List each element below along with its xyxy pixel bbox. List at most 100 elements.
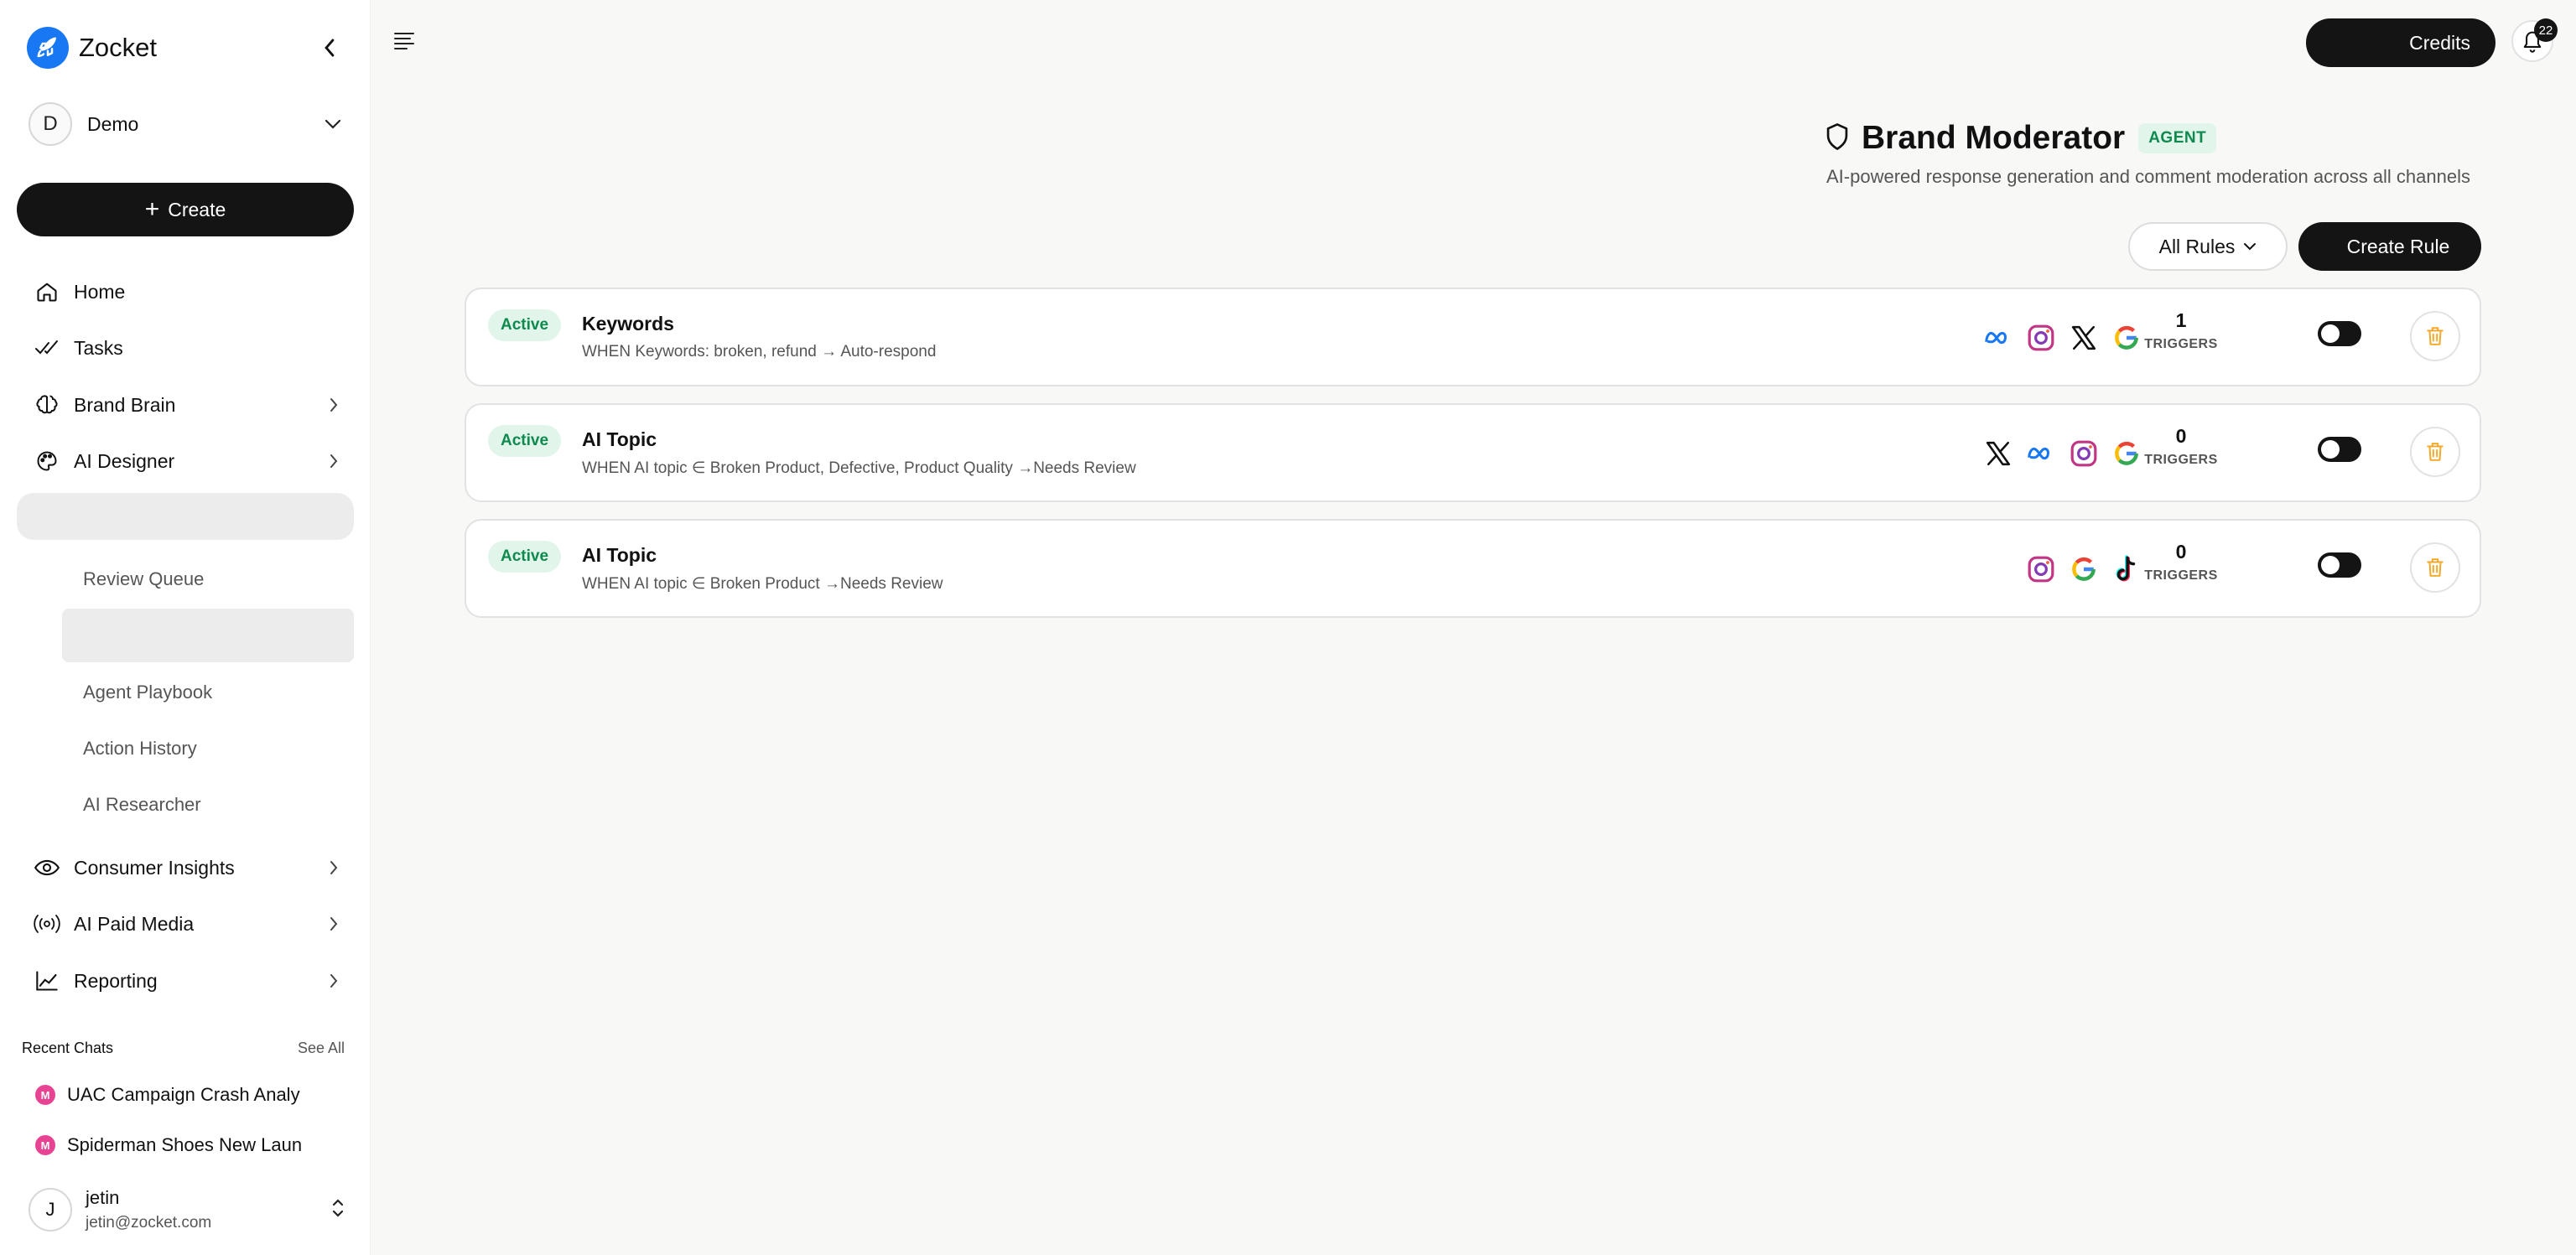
recent-chat-item[interactable]: M Spiderman Shoes New Laun — [35, 1132, 312, 1159]
instagram-icon — [2025, 322, 2057, 354]
rule-name: AI Topic — [582, 428, 657, 450]
chat-title: UAC Campaign Crash Analy — [67, 1084, 300, 1105]
rule-name: Keywords — [582, 313, 674, 334]
trash-icon — [2427, 558, 2444, 577]
page-header: Brand Moderator AGENT — [1825, 117, 2217, 159]
trash-icon — [2427, 327, 2444, 345]
chevron-up-down-icon — [330, 1195, 345, 1225]
rule-status-badge: Active — [488, 425, 562, 457]
palette-icon — [32, 446, 62, 476]
nav-consumer-insights[interactable]: Consumer Insights — [32, 851, 344, 884]
rule-card[interactable]: Active AI Topic WHEN AI topic ∈ Broken Pro… — [465, 403, 2481, 502]
delete-rule-button[interactable] — [2410, 427, 2460, 477]
instagram-icon — [2025, 553, 2057, 585]
delete-rule-button[interactable] — [2410, 311, 2460, 361]
rocket-logo-icon — [27, 27, 69, 69]
workspace-avatar: D — [29, 102, 72, 146]
sub-action-history[interactable]: Action History — [83, 738, 197, 760]
user-menu[interactable]: J jetin jetin@zocket.com — [29, 1184, 345, 1236]
plus-icon: + — [144, 195, 160, 223]
create-rule-button[interactable]: Create Rule — [2298, 222, 2481, 271]
meta-icon — [1982, 322, 2014, 354]
rule-toggle[interactable] — [2318, 437, 2361, 462]
x-icon — [2068, 322, 2100, 354]
toggle-knob — [2321, 440, 2340, 459]
sub-agent-playbook[interactable]: Agent Playbook — [83, 682, 212, 703]
chat-title: Spiderman Shoes New Laun — [67, 1134, 303, 1155]
instagram-icon — [2068, 438, 2100, 469]
trigger-label: TRIGGERS — [2144, 337, 2218, 351]
page-subtitle: AI-powered response generation and comme… — [1826, 166, 2470, 187]
rules-filter-label: All Rules — [2158, 235, 2236, 257]
nav-reporting[interactable]: Reporting — [32, 964, 344, 998]
nav-ai-paid-media[interactable]: AI Paid Media — [32, 907, 344, 941]
chevron-right-icon — [324, 858, 344, 878]
page-title: Brand Moderator — [1862, 120, 2126, 156]
workspace-name: Demo — [87, 112, 139, 135]
nav-consumer-insights-label: Consumer Insights — [74, 856, 235, 879]
toggle-knob — [2321, 556, 2340, 574]
nav-brand-brain[interactable]: Brand Brain — [32, 388, 344, 422]
nav-home[interactable]: Home — [32, 275, 344, 309]
x-icon — [1982, 438, 2014, 469]
rule-card[interactable]: Active Keywords WHEN Keywords: broken, ref… — [465, 288, 2481, 386]
shield-icon — [1825, 122, 1850, 155]
trigger-count: 0 — [2175, 425, 2187, 447]
create-label: Create — [168, 198, 226, 220]
see-all-link[interactable]: See All — [298, 1040, 345, 1057]
workspace-selector[interactable]: D Demo — [29, 101, 345, 147]
chevron-down-icon — [2243, 242, 2257, 251]
chevron-right-icon — [324, 395, 344, 415]
brain-icon — [32, 390, 62, 420]
trash-icon — [2427, 443, 2444, 461]
sidebar: Zocket D Demo + Create Home Tasks Brand … — [0, 0, 371, 1255]
nav-tasks-label: Tasks — [74, 336, 123, 359]
sub-ai-researcher[interactable]: AI Researcher — [83, 794, 201, 816]
chevron-left-icon — [325, 39, 335, 57]
agent-badge: AGENT — [2138, 123, 2217, 153]
trigger-label: TRIGGERS — [2144, 453, 2218, 467]
nav-ai-paid-media-label: AI Paid Media — [74, 912, 195, 935]
google-icon — [2068, 553, 2100, 585]
nav-ai-designer[interactable]: AI Designer — [32, 444, 344, 478]
nav-active-group-placeholder[interactable] — [17, 493, 354, 540]
chat-badge: M — [35, 1135, 55, 1155]
rule-status-badge: Active — [488, 541, 562, 573]
brand-name: Zocket — [79, 33, 158, 62]
rule-triggers: 1 TRIGGERS — [2135, 309, 2227, 352]
home-icon — [32, 277, 62, 307]
eye-icon — [32, 853, 62, 883]
rule-description: WHEN AI topic ∈ Broken Product, Defectiv… — [582, 459, 1136, 477]
brand[interactable]: Zocket — [27, 27, 157, 69]
chevron-right-icon — [324, 914, 344, 934]
rule-platforms — [1971, 437, 2142, 470]
user-email: jetin@zocket.com — [86, 1214, 212, 1232]
rule-toggle[interactable] — [2318, 321, 2361, 346]
nav-tasks[interactable]: Tasks — [32, 331, 344, 365]
rule-description: WHEN AI topic ∈ Broken Product →Needs Re… — [582, 575, 943, 593]
sub-active-placeholder[interactable] — [62, 609, 354, 662]
rule-toggle[interactable] — [2318, 552, 2361, 578]
nav-brand-brain-label: Brand Brain — [74, 393, 176, 416]
trigger-count: 0 — [2175, 541, 2187, 563]
recent-chats-label: Recent Chats — [22, 1040, 114, 1056]
menu-toggle-button[interactable] — [392, 30, 418, 55]
meta-icon — [2025, 438, 2057, 469]
trigger-label: TRIGGERS — [2144, 568, 2218, 583]
rule-card[interactable]: Active AI Topic WHEN AI topic ∈ Broken Pro… — [465, 519, 2481, 618]
recent-chat-item[interactable]: M UAC Campaign Crash Analy — [35, 1081, 312, 1108]
create-button[interactable]: + Create — [17, 183, 354, 236]
credits-button[interactable]: Credits — [2306, 18, 2496, 67]
tasks-icon — [32, 333, 62, 363]
menu-lines-icon — [394, 33, 414, 49]
rule-description: WHEN Keywords: broken, refund → Auto-res… — [582, 343, 937, 360]
rule-triggers: 0 TRIGGERS — [2135, 425, 2227, 468]
rule-platforms — [1971, 321, 2142, 355]
rule-name: AI Topic — [582, 544, 657, 566]
delete-rule-button[interactable] — [2410, 542, 2460, 593]
collapse-sidebar-button[interactable] — [317, 34, 342, 62]
sub-review-queue[interactable]: Review Queue — [83, 568, 204, 590]
toggle-knob — [2321, 324, 2340, 343]
rules-filter-dropdown[interactable]: All Rules — [2128, 222, 2288, 271]
notification-count-badge: 22 — [2534, 18, 2558, 42]
